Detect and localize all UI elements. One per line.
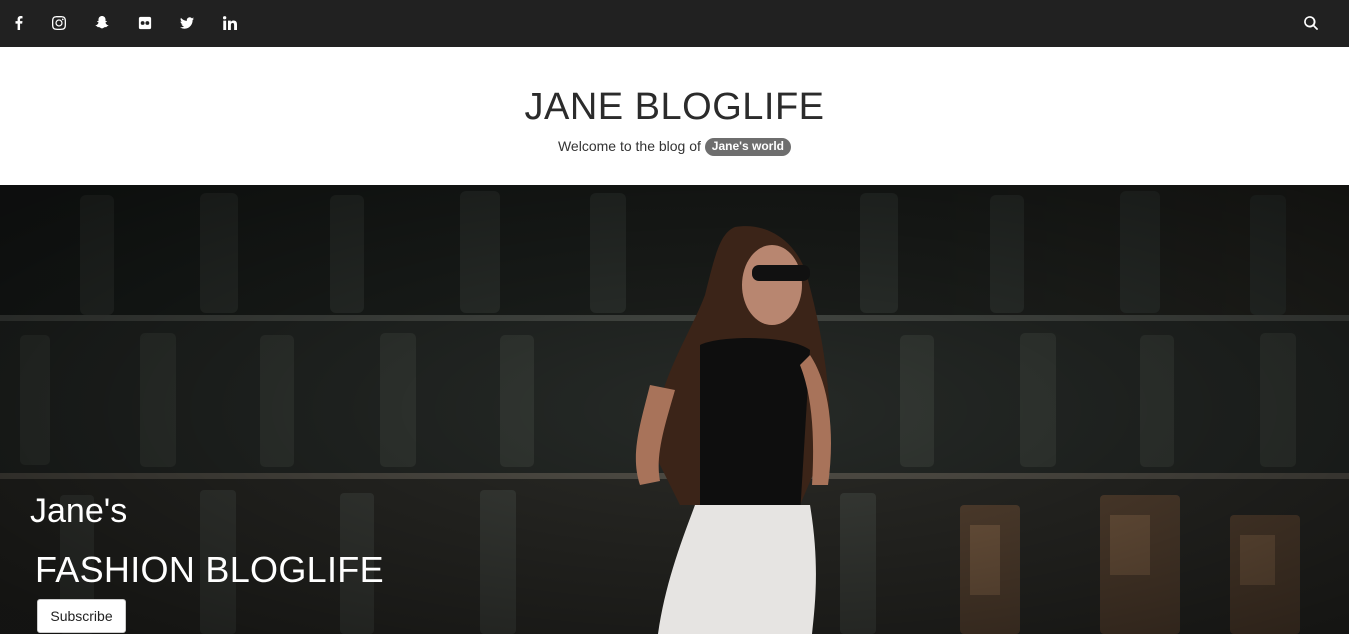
flickr-icon[interactable] <box>136 14 154 32</box>
hero-banner: Jane's FASHION BLOGLIFE Subscribe <box>0 185 1349 634</box>
scrollbar-gutter <box>1349 0 1366 638</box>
tagline-text: Welcome to the blog of <box>557 138 701 154</box>
site-tagline: Welcome to the blog of Jane's world <box>0 136 1349 156</box>
tagline-badge: Jane's world <box>704 138 792 156</box>
snapchat-icon[interactable] <box>93 14 111 32</box>
hero-subheading: FASHION BLOGLIFE <box>35 549 384 590</box>
search-icon[interactable] <box>1302 14 1320 32</box>
page-bottom-edge <box>0 634 1349 638</box>
subscribe-button[interactable]: Subscribe <box>37 599 126 633</box>
social-topbar <box>0 0 1349 47</box>
linkedin-icon[interactable] <box>221 14 239 32</box>
hero-heading: Jane's <box>30 492 128 530</box>
facebook-icon[interactable] <box>10 14 28 32</box>
site-header: JANE BLOGLIFE Welcome to the blog of Jan… <box>0 47 1349 185</box>
instagram-icon[interactable] <box>50 14 68 32</box>
twitter-icon[interactable] <box>178 14 196 32</box>
site-title[interactable]: JANE BLOGLIFE <box>0 85 1349 129</box>
